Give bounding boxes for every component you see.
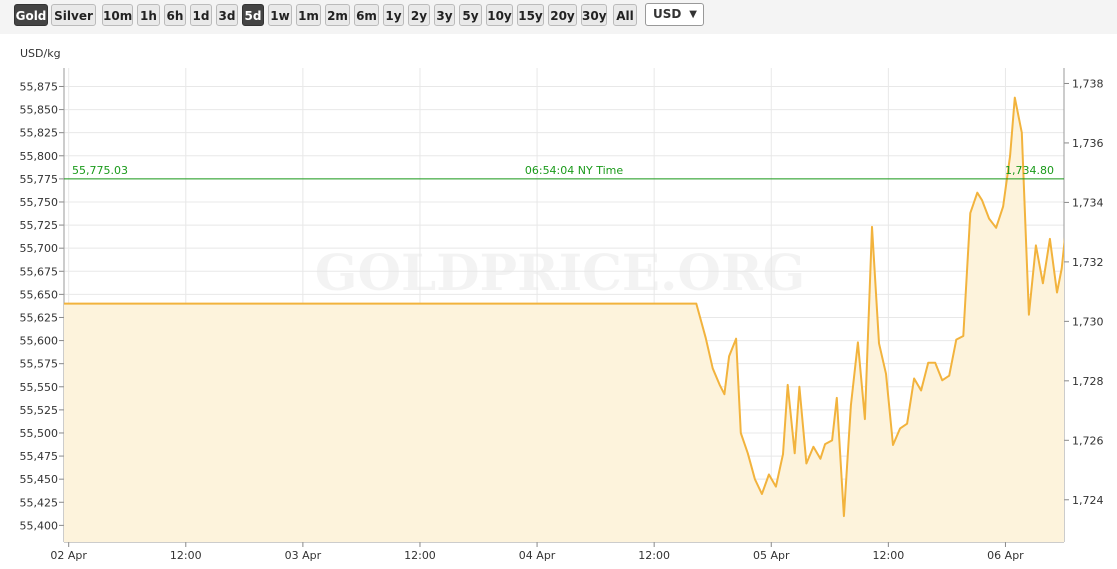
y-left-tick-label: 55,575 [20, 358, 59, 371]
current-price-right-label: 1,734.80 [1005, 164, 1054, 177]
x-tick-label: 02 Apr [50, 549, 87, 562]
current-time-label: 06:54:04 NY Time [525, 164, 623, 177]
y-left-tick-label: 55,475 [20, 450, 59, 463]
y-left-tick-label: 55,650 [20, 288, 59, 301]
x-tick-label: 12:00 [404, 549, 436, 562]
y-right-tick-label: 1,738 [1072, 77, 1104, 90]
y-left-tick-label: 55,500 [20, 427, 59, 440]
chart-watermark: GOLDPRICE.ORG [315, 243, 805, 302]
y-left-tick-label: 55,425 [20, 496, 59, 509]
y-left-tick-label: 55,550 [20, 381, 59, 394]
y-right-tick-label: 1,736 [1072, 137, 1104, 150]
current-price-left-label: 55,775.03 [72, 164, 128, 177]
y-left-tick-label: 55,775 [20, 173, 59, 186]
y-left-tick-label: 55,825 [20, 127, 59, 140]
y-left-tick-label: 55,400 [20, 519, 59, 532]
x-tick-label: 05 Apr [753, 549, 790, 562]
y-left-tick-label: 55,625 [20, 311, 59, 324]
y-right-tick-label: 1,734 [1072, 196, 1104, 209]
x-tick-label: 06 Apr [987, 549, 1024, 562]
x-tick-label: 03 Apr [285, 549, 322, 562]
y-left-tick-label: 55,450 [20, 473, 59, 486]
x-tick-label: 04 Apr [519, 549, 556, 562]
y-left-tick-label: 55,675 [20, 265, 59, 278]
y-right-tick-label: 1,730 [1072, 315, 1104, 328]
y-left-tick-label: 55,750 [20, 196, 59, 209]
y-right-tick-label: 1,732 [1072, 256, 1104, 269]
y-right-tick-label: 1,728 [1072, 375, 1104, 388]
x-tick-label: 12:00 [638, 549, 670, 562]
y-left-tick-label: 55,800 [20, 150, 59, 163]
y-right-tick-label: 1,724 [1072, 494, 1104, 507]
y-left-tick-label: 55,875 [20, 80, 59, 93]
y-left-tick-label: 55,600 [20, 335, 59, 348]
price-chart: GOLDPRICE.ORG 55,875 55,850 55,825 55,800 55,… [20, 68, 1104, 562]
x-tick-label: 12:00 [170, 549, 202, 562]
y-left-tick-label: 55,700 [20, 242, 59, 255]
y-left-tick-label: 55,850 [20, 104, 59, 117]
x-tick-label: 12:00 [873, 549, 905, 562]
y-left-tick-label: 55,525 [20, 404, 59, 417]
y-right-tick-label: 1,726 [1072, 434, 1104, 447]
y-left-tick-label: 55,725 [20, 219, 59, 232]
